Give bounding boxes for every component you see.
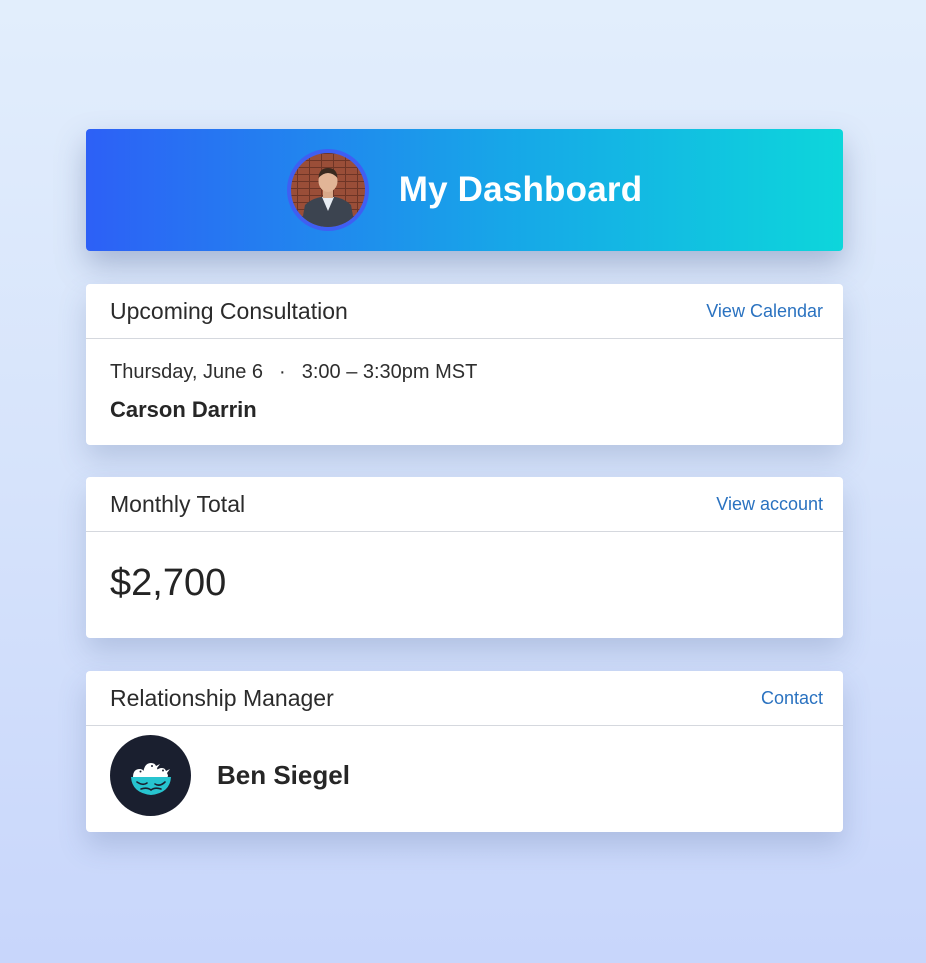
consultation-card-header: Upcoming Consultation View Calendar bbox=[86, 284, 843, 339]
page-title: My Dashboard bbox=[398, 170, 643, 209]
relationship-manager-body: Ben Siegel bbox=[86, 726, 843, 816]
separator-dot: · bbox=[279, 361, 286, 383]
monthly-total-card: Monthly Total View account $2,700 bbox=[86, 477, 843, 638]
manager-name: Ben Siegel bbox=[217, 760, 350, 790]
birds-nest-logo-icon bbox=[130, 762, 171, 795]
monthly-total-amount: $2,700 bbox=[110, 562, 227, 604]
user-avatar[interactable] bbox=[286, 149, 369, 231]
relationship-manager-card-header: Relationship Manager Contact bbox=[86, 671, 843, 726]
manager-avatar bbox=[110, 735, 191, 816]
appointment-datetime: Thursday, June 6 · 3:00 – 3:30pm MST bbox=[110, 361, 819, 384]
appointment-date: Thursday, June 6 bbox=[110, 361, 264, 383]
consultation-body: Thursday, June 6 · 3:00 – 3:30pm MST Car… bbox=[86, 339, 843, 423]
user-photo-icon bbox=[290, 153, 365, 227]
relationship-manager-card: Relationship Manager Contact Ben Siegel bbox=[86, 671, 843, 832]
view-calendar-link[interactable]: View Calendar bbox=[706, 301, 823, 322]
relationship-manager-title: Relationship Manager bbox=[110, 684, 334, 711]
dashboard-header: My Dashboard bbox=[86, 129, 843, 251]
appointment-time: 3:00 – 3:30pm MST bbox=[301, 361, 478, 383]
contact-link[interactable]: Contact bbox=[761, 688, 823, 709]
monthly-total-title: Monthly Total bbox=[110, 490, 246, 517]
consultation-title: Upcoming Consultation bbox=[110, 297, 348, 324]
monthly-total-body: $2,700 bbox=[86, 532, 843, 605]
view-account-link[interactable]: View account bbox=[716, 494, 823, 515]
monthly-total-card-header: Monthly Total View account bbox=[86, 477, 843, 532]
consultant-name: Carson Darrin bbox=[110, 397, 257, 422]
consultation-card: Upcoming Consultation View Calendar Thur… bbox=[86, 284, 843, 445]
